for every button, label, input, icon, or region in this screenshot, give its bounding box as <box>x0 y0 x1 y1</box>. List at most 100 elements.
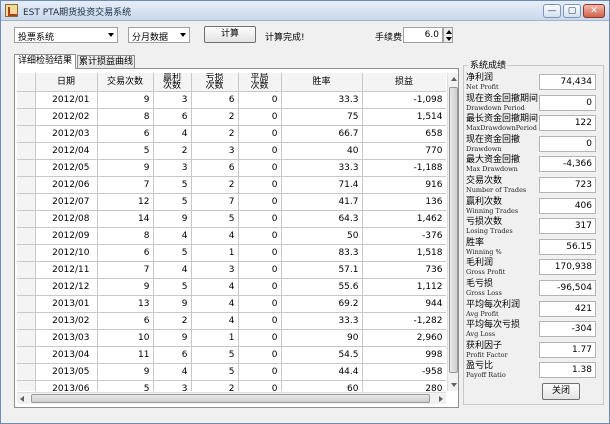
row-header[interactable] <box>17 125 36 143</box>
maximize-button[interactable]: ▢ <box>563 4 581 18</box>
table-row[interactable]: 2013/01 13 9 4 0 69.2 944 <box>17 295 446 313</box>
table-row[interactable]: 2012/05 9 3 6 0 33.3 -1,188 <box>17 159 446 177</box>
chevron-down-icon <box>180 33 186 37</box>
table-cell: 4 <box>191 295 239 313</box>
stat-label-en: Avg Profit <box>466 309 499 318</box>
table-cell: 1 <box>191 244 239 262</box>
row-header[interactable] <box>17 244 36 262</box>
stat-row: 胜率 Winning % 56.15 <box>466 238 601 258</box>
row-header[interactable] <box>17 295 36 313</box>
row-header[interactable] <box>17 159 36 177</box>
column-header-trades[interactable]: 交易次数 <box>97 73 154 92</box>
row-header[interactable] <box>17 142 36 160</box>
table-row[interactable]: 2012/04 5 2 3 0 40 770 <box>17 142 446 160</box>
table-cell: 2012/02 <box>35 108 98 126</box>
app-icon <box>5 4 18 17</box>
stat-label-en: Drawdown Period <box>466 103 525 112</box>
stat-value-box: -4,366 <box>539 156 596 173</box>
fee-input[interactable]: 6.0 <box>403 27 443 43</box>
row-header[interactable] <box>17 329 36 347</box>
table-cell: 2012/04 <box>35 142 98 160</box>
scroll-right-icon[interactable] <box>439 396 443 402</box>
scroll-up-icon[interactable] <box>451 77 457 81</box>
table-cell: 3 <box>191 142 239 160</box>
table-cell: 2013/05 <box>35 363 98 381</box>
table-cell: 2012/07 <box>35 193 98 211</box>
table-row[interactable]: 2012/09 8 4 4 0 50 -376 <box>17 227 446 245</box>
table-row[interactable]: 2012/08 14 9 5 0 64.3 1,462 <box>17 210 446 228</box>
table-row[interactable]: 2012/01 9 3 6 0 33.3 -1,098 <box>17 91 446 109</box>
horizontal-scroll-thumb[interactable] <box>31 394 430 403</box>
system-select[interactable]: 投票系统 <box>14 27 118 43</box>
vertical-scroll-thumb[interactable] <box>449 87 458 373</box>
close-window-button[interactable]: ✕ <box>583 4 605 18</box>
table-row[interactable]: 2013/06 5 3 2 0 60 280 <box>17 380 446 391</box>
table-cell: 280 <box>362 380 446 391</box>
table-row[interactable]: 2012/11 7 4 3 0 57.1 736 <box>17 261 446 279</box>
table-header-row: 日期 交易次数 赢利次数 亏损次数 平局次数 胜率 损益 <box>17 73 446 92</box>
stat-value-box: 317 <box>539 218 596 235</box>
stat-label-en: MaxDrawdownPeriod <box>466 124 537 133</box>
table-cell: 2013/02 <box>35 312 98 330</box>
tab-detail-results[interactable]: 详细检验结果 <box>14 54 76 69</box>
row-header[interactable] <box>17 380 36 391</box>
table-cell: 5 <box>153 193 192 211</box>
fee-spinner[interactable] <box>443 27 453 43</box>
table-cell: 55.6 <box>281 278 363 296</box>
table-row[interactable]: 2013/05 9 4 5 0 44.4 -958 <box>17 363 446 381</box>
table-cell: 9 <box>97 363 154 381</box>
stat-label-en: Max Drawdown <box>466 165 518 174</box>
tab-cumulative-pnl[interactable]: 累计损益曲线 <box>77 55 135 69</box>
calculate-button[interactable]: 计算 <box>204 26 256 43</box>
table-row[interactable]: 2012/06 7 5 2 0 71.4 916 <box>17 176 446 194</box>
row-header[interactable] <box>17 227 36 245</box>
stat-value-box: 122 <box>539 115 596 132</box>
table-row[interactable]: 2012/02 8 6 2 0 75 1,514 <box>17 108 446 126</box>
stat-value-box: -96,504 <box>539 280 596 296</box>
row-header[interactable] <box>17 210 36 228</box>
table-row[interactable]: 2012/12 9 5 4 0 55.6 1,112 <box>17 278 446 296</box>
table-cell: 54.5 <box>281 346 363 364</box>
column-header-draws[interactable]: 平局次数 <box>238 73 282 92</box>
column-header-date[interactable]: 日期 <box>35 73 98 92</box>
row-header[interactable] <box>17 312 36 330</box>
row-header[interactable] <box>17 278 36 296</box>
row-header[interactable] <box>17 108 36 126</box>
table-cell: 0 <box>238 125 282 143</box>
period-select[interactable]: 分月数据 <box>128 27 190 43</box>
row-header[interactable] <box>17 193 36 211</box>
table-row[interactable]: 2013/02 6 2 4 0 33.3 -1,282 <box>17 312 446 330</box>
stat-label-zh: 赢利次数 <box>466 196 503 207</box>
column-header-wins[interactable]: 赢利次数 <box>153 73 192 92</box>
table-row[interactable]: 2012/10 6 5 1 0 83.3 1,518 <box>17 244 446 262</box>
table-row[interactable]: 2012/03 6 4 2 0 66.7 658 <box>17 125 446 143</box>
title-bar[interactable]: EST PTA期货投资交易系统 — ▢ ✕ <box>1 1 609 21</box>
row-header[interactable] <box>17 176 36 194</box>
column-header-pnl[interactable]: 损益 <box>362 73 446 92</box>
column-header-losses[interactable]: 亏损次数 <box>191 73 239 92</box>
table-cell: 0 <box>238 278 282 296</box>
results-grid: 日期 交易次数 赢利次数 亏损次数 平局次数 胜率 损益 2012/01 9 3 6 0… <box>17 73 446 391</box>
row-header[interactable] <box>17 363 36 381</box>
table-row[interactable]: 2013/04 11 6 5 0 54.5 998 <box>17 346 446 364</box>
column-header-winrate[interactable]: 胜率 <box>281 73 363 92</box>
horizontal-scrollbar[interactable] <box>17 392 446 404</box>
scroll-left-icon[interactable] <box>20 396 24 402</box>
table-row[interactable]: 2013/03 10 9 1 0 90 2,960 <box>17 329 446 347</box>
scroll-down-icon[interactable] <box>451 383 457 387</box>
stat-label-zh: 平均每次亏损 <box>466 320 521 331</box>
spin-up-icon[interactable] <box>446 30 452 34</box>
table-cell: 4 <box>153 227 192 245</box>
system-select-value: 投票系统 <box>18 33 55 43</box>
row-header[interactable] <box>17 91 36 109</box>
table-cell: 5 <box>191 210 239 228</box>
minimize-button[interactable]: — <box>543 4 561 18</box>
table-row[interactable]: 2012/07 12 5 7 0 41.7 136 <box>17 193 446 211</box>
row-header[interactable] <box>17 346 36 364</box>
results-table: 日期 交易次数 赢利次数 亏损次数 平局次数 胜率 损益 2012/01 9 3 6 0… <box>17 73 446 391</box>
vertical-scrollbar[interactable] <box>447 73 458 391</box>
spin-down-icon[interactable] <box>446 37 452 41</box>
row-header[interactable] <box>17 261 36 279</box>
stat-label-zh: 获利因子 <box>466 340 503 351</box>
close-button[interactable]: 关闭 <box>542 383 580 400</box>
